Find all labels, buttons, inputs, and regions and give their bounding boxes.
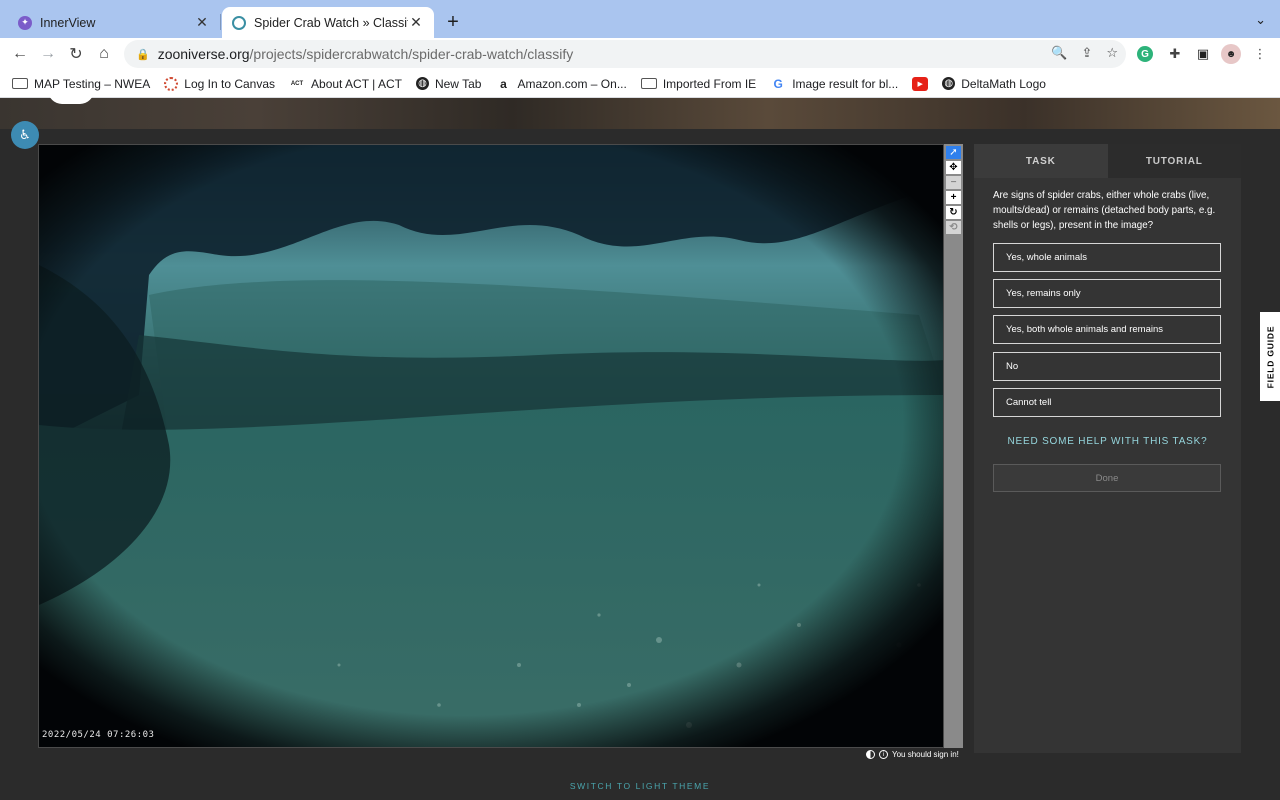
- image-toolbar: ➚ ✥ − + ↻ ⟲: [944, 144, 963, 748]
- extensions-puzzle-icon[interactable]: ✚: [1165, 44, 1185, 64]
- contrast-icon[interactable]: [866, 750, 875, 759]
- reload-icon[interactable]: ↻: [64, 42, 88, 66]
- bookmark-canvas[interactable]: Log In to Canvas: [164, 76, 276, 91]
- amazon-icon: a: [500, 76, 507, 91]
- bookmark-image-result[interactable]: G Image result for bl...: [770, 76, 899, 91]
- bookmark-label: Imported From IE: [662, 76, 757, 91]
- new-tab-icon[interactable]: +: [443, 11, 463, 34]
- home-icon[interactable]: ⌂: [92, 42, 116, 66]
- panel-tabs: TASK TUTORIAL: [974, 144, 1241, 178]
- star-icon[interactable]: ☆: [1106, 45, 1118, 61]
- bookmark-label: MAP Testing – NWEA: [34, 76, 151, 91]
- move-tool-icon[interactable]: ✥: [946, 161, 961, 174]
- sign-in-text: You should sign in!: [892, 750, 959, 759]
- subject-image[interactable]: 2022/05/24 07:26:03: [38, 144, 944, 748]
- bookmark-label: Image result for bl...: [792, 76, 899, 91]
- globe-icon: ◍: [942, 77, 956, 90]
- zoom-icon[interactable]: 🔍: [1051, 45, 1067, 61]
- bookmark-label: Log In to Canvas: [184, 76, 276, 91]
- browser-tab-spider-crab-watch[interactable]: Spider Crab Watch » Classify ✕: [222, 7, 434, 38]
- tab-search-chevron-icon[interactable]: ⌄: [1255, 12, 1266, 28]
- info-icon[interactable]: i: [879, 750, 888, 759]
- google-icon: G: [773, 76, 783, 91]
- browser-tab-innerview[interactable]: ✦ InnerView ✕: [8, 7, 220, 38]
- sign-in-note: i You should sign in!: [866, 750, 959, 759]
- done-button[interactable]: Done: [993, 464, 1221, 492]
- tab-task[interactable]: TASK: [974, 144, 1108, 178]
- bookmark-act[interactable]: ACT About ACT | ACT: [289, 77, 402, 91]
- bookmarks-bar: MAP Testing – NWEA Log In to Canvas ACT A…: [0, 70, 1280, 98]
- innerview-icon: ✦: [18, 15, 32, 30]
- bookmark-label: New Tab: [434, 76, 482, 91]
- underwater-scene: [39, 145, 943, 747]
- task-panel: TASK TUTORIAL Are signs of spider crabs,…: [974, 144, 1241, 753]
- zooniverse-icon: [232, 15, 246, 30]
- act-icon: ACT: [290, 80, 304, 87]
- url-path: /projects/spidercrabwatch/spider-crab-wa…: [249, 46, 574, 62]
- canvas-icon: [164, 76, 179, 91]
- folder-icon: [640, 78, 657, 89]
- pointer-tool-icon[interactable]: ➚: [946, 146, 961, 159]
- reset-icon[interactable]: ⟲: [946, 221, 961, 234]
- project-banner: [0, 90, 1280, 129]
- project-avatar[interactable]: [48, 90, 94, 104]
- zoom-in-icon[interactable]: +: [946, 191, 961, 204]
- bookmark-youtube[interactable]: ▶: [912, 76, 929, 91]
- zoom-out-icon[interactable]: −: [946, 176, 961, 189]
- bookmark-imported-from-ie[interactable]: Imported From IE: [640, 76, 757, 91]
- bookmark-new-tab[interactable]: ◍ New Tab: [415, 76, 482, 91]
- back-arrow-icon[interactable]: ←: [8, 42, 32, 66]
- close-tab-icon[interactable]: ✕: [194, 14, 210, 31]
- image-timestamp: 2022/05/24 07:26:03: [42, 730, 155, 740]
- globe-icon: ◍: [415, 77, 429, 90]
- tab-title: Spider Crab Watch » Classify: [254, 15, 408, 30]
- task-question: Are signs of spider crabs, either whole …: [993, 190, 1216, 231]
- bookmark-label: Amazon.com – On...: [517, 76, 627, 91]
- answer-whole-animals[interactable]: Yes, whole animals: [993, 243, 1221, 272]
- lock-icon: 🔒: [136, 48, 150, 61]
- bookmark-deltamath[interactable]: ◍ DeltaMath Logo: [942, 77, 1046, 91]
- address-bar[interactable]: 🔒 zooniverse.org /projects/spidercrabwat…: [124, 40, 1126, 68]
- field-guide-label: FIELD GUIDE: [1265, 325, 1276, 388]
- browser-tab-strip: ✦ InnerView ✕ Spider Crab Watch » Classi…: [0, 0, 1280, 38]
- tab-divider: [220, 14, 221, 30]
- folder-icon: [12, 78, 28, 89]
- bookmark-label: About ACT | ACT: [311, 76, 402, 91]
- youtube-icon: ▶: [912, 76, 929, 91]
- browser-menu-icon[interactable]: ⋮: [1250, 44, 1270, 64]
- forward-arrow-icon[interactable]: →: [36, 42, 60, 66]
- tab-tutorial[interactable]: TUTORIAL: [1107, 144, 1241, 178]
- close-tab-icon[interactable]: ✕: [408, 14, 424, 31]
- answer-remains-only[interactable]: Yes, remains only: [993, 279, 1221, 308]
- bookmark-label: DeltaMath Logo: [961, 76, 1046, 91]
- answer-both[interactable]: Yes, both whole animals and remains: [993, 315, 1221, 344]
- bookmark-map-testing[interactable]: MAP Testing – NWEA: [12, 77, 150, 91]
- tab-title: InnerView: [40, 15, 96, 30]
- rotate-icon[interactable]: ↻: [946, 206, 961, 219]
- answer-no[interactable]: No: [993, 352, 1221, 381]
- answer-cannot-tell[interactable]: Cannot tell: [993, 388, 1221, 417]
- switch-theme-link[interactable]: SWITCH TO LIGHT THEME: [0, 781, 1280, 791]
- share-icon[interactable]: ⇪: [1081, 45, 1092, 61]
- browser-toolbar: ← → ↻ ⌂ 🔒 zooniverse.org /projects/spide…: [0, 38, 1280, 70]
- accessibility-icon[interactable]: ♿: [11, 121, 39, 149]
- side-panel-icon[interactable]: ▣: [1193, 44, 1213, 64]
- grammarly-icon[interactable]: G: [1137, 46, 1153, 62]
- url-host: zooniverse.org: [157, 46, 250, 62]
- bookmark-amazon[interactable]: a Amazon.com – On...: [495, 76, 627, 91]
- help-link[interactable]: NEED SOME HELP WITH THIS TASK?: [974, 436, 1241, 447]
- profile-avatar[interactable]: ☻: [1221, 44, 1241, 64]
- field-guide-tab[interactable]: FIELD GUIDE: [1260, 312, 1280, 401]
